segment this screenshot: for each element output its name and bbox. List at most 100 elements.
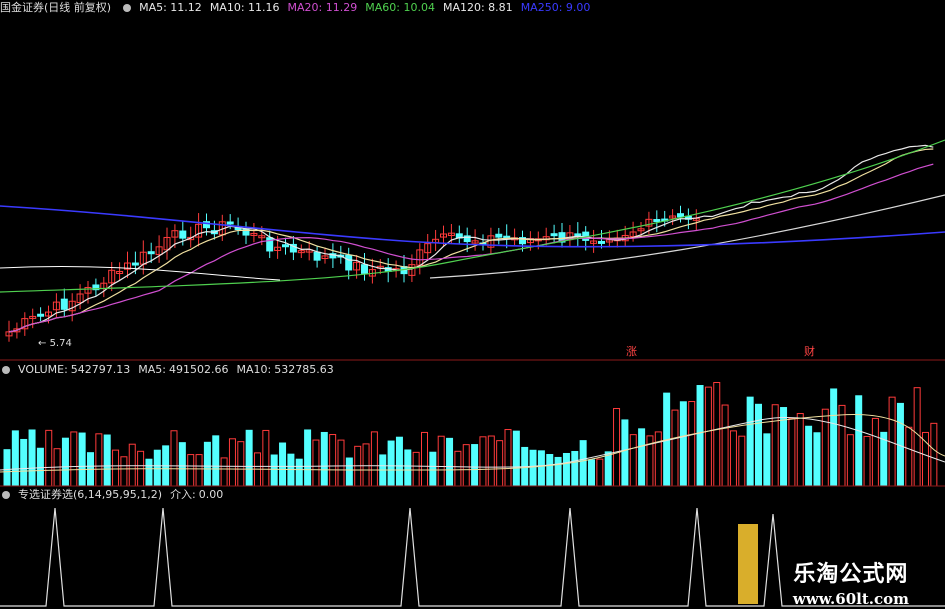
candle-body — [495, 233, 503, 238]
volume-ma10-label: MA10: — [236, 363, 272, 376]
volume-bar — [228, 438, 236, 487]
candle-body — [313, 251, 321, 261]
candle-body — [131, 262, 139, 266]
volume-bar — [20, 438, 28, 487]
watermark-url: www.60lt.com — [792, 590, 909, 608]
signal-sub-value: 0.00 — [198, 488, 224, 501]
volume-bar — [905, 426, 913, 487]
volume-bar — [429, 451, 437, 487]
volume-bar — [679, 401, 687, 487]
signal-settings-icon[interactable] — [2, 491, 10, 499]
volume-bar — [554, 456, 562, 487]
volume-title: VOLUME: — [18, 363, 68, 376]
ma5-line — [8, 144, 934, 333]
volume-ma5-label: MA5: — [138, 363, 167, 376]
volume-bar — [220, 457, 228, 487]
event-tag-zhang[interactable]: 涨 — [626, 343, 637, 359]
volume-bar — [922, 431, 929, 487]
volume-bar — [671, 409, 679, 487]
volume-bar — [462, 444, 470, 487]
volume-bar — [170, 430, 178, 487]
volume-bar — [95, 433, 103, 487]
candle-body — [653, 219, 661, 223]
volume-bar — [36, 447, 44, 487]
low-price-label: ← 5.74 — [38, 338, 72, 349]
volume-bar — [28, 429, 36, 487]
volume-value: 542797.13 — [70, 363, 131, 376]
volume-bar — [830, 388, 838, 487]
volume-bar — [103, 434, 111, 487]
ma-indicator-2: MA20: 11.29 — [287, 1, 358, 14]
stock-chart-window: 国金证券(日线 前复权) MA5: 11.12 MA10: 11.16 MA20: 1… — [0, 0, 945, 609]
candle-body — [677, 213, 684, 218]
event-tag-cai[interactable]: 财 — [804, 343, 815, 359]
volume-header: VOLUME: 542797.13 MA5: 491502.66 MA10: 532785… — [0, 362, 342, 378]
watermark-title: 乐淘公式网 — [793, 561, 909, 587]
volume-bar — [930, 422, 938, 487]
volume-bar — [471, 444, 479, 487]
volume-bar — [437, 435, 445, 487]
candle-body — [574, 233, 582, 237]
ma-extra-line — [0, 265, 281, 281]
ma-indicator-list: MA5: 11.12 MA10: 11.16 MA20: 11.29 MA60: 10… — [139, 1, 598, 14]
volume-bar — [821, 408, 829, 487]
candle-body — [345, 254, 353, 271]
volume-bar — [813, 432, 821, 487]
volume-bar — [387, 440, 395, 487]
volume-bar — [537, 450, 545, 487]
ma-indicator-0: MA5: 11.12 — [139, 1, 202, 14]
volume-bar — [153, 449, 161, 487]
volume-bar — [446, 437, 454, 487]
volume-bar — [755, 403, 762, 487]
ma-indicator-5: MA250: 9.00 — [520, 1, 591, 14]
volume-bar — [479, 436, 487, 487]
volume-bar — [796, 413, 804, 487]
volume-bar — [638, 428, 646, 487]
volume-bar — [487, 435, 495, 487]
volume-bar — [579, 440, 587, 487]
low-price-value: 5.74 — [49, 338, 72, 349]
volume-bar — [312, 439, 320, 487]
chart-canvas[interactable] — [0, 0, 945, 609]
volume-bar — [421, 431, 428, 487]
volume-bar — [604, 451, 612, 487]
volume-bar — [454, 450, 462, 487]
volume-bar — [696, 385, 704, 487]
volume-bar — [245, 429, 253, 487]
stock-name: 国金证券 — [0, 1, 44, 14]
volume-bar — [562, 452, 570, 487]
candle-body — [361, 264, 368, 274]
volume-bar — [412, 451, 420, 487]
volume-panel — [0, 382, 945, 487]
volume-bar — [729, 430, 737, 487]
volume-bar — [270, 454, 278, 487]
volume-bar — [329, 434, 337, 487]
candle-body — [550, 233, 558, 237]
candle-body — [147, 251, 155, 255]
candle-body — [60, 298, 68, 310]
volume-bar — [287, 453, 295, 487]
volume-bar — [763, 433, 771, 487]
chart-period: (日线 前复权) — [44, 1, 112, 14]
volume-bar — [613, 408, 621, 487]
volume-bar — [805, 425, 813, 487]
volume-bar — [262, 429, 270, 487]
volume-ma5-value: 491502.66 — [169, 363, 229, 376]
settings-circle-icon[interactable] — [123, 4, 132, 12]
candle-body — [598, 240, 605, 244]
volume-settings-icon[interactable] — [2, 366, 10, 374]
volume-bar — [512, 430, 520, 487]
price-panel — [0, 139, 945, 342]
volume-bar — [178, 442, 186, 487]
volume-bar — [846, 434, 854, 487]
volume-bar — [504, 429, 512, 487]
volume-bar — [771, 404, 779, 487]
volume-bar — [913, 387, 921, 487]
volume-bar — [78, 432, 86, 487]
volume-bar — [395, 436, 403, 487]
watermark: 乐淘公式网 www.60lt.com — [793, 556, 909, 608]
volume-bar — [871, 417, 879, 487]
volume-bar — [70, 431, 78, 487]
volume-bar — [11, 430, 19, 487]
volume-bar — [295, 458, 303, 487]
